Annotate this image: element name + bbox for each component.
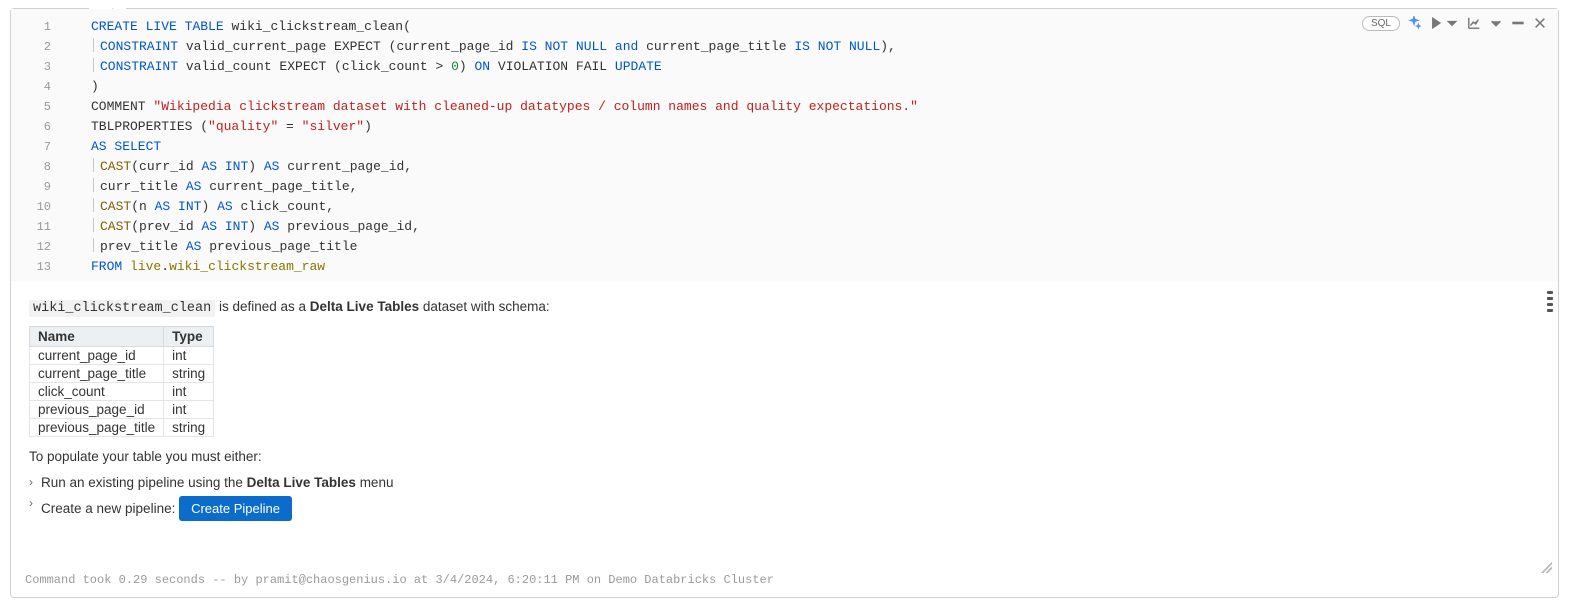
code-content[interactable]: CONSTRAINT valid_count EXPECT (click_cou… [69,57,1558,77]
code-line[interactable]: 13FROM live.wiki_clickstream_raw [11,257,1558,277]
dataset-name: wiki_clickstream_clean [29,300,215,317]
code-content[interactable]: COMMENT "Wikipedia clickstream dataset w… [69,97,1558,117]
execution-footer: Command took 0.29 seconds -- by pramit@c… [11,567,1558,597]
schema-col-type: int [164,401,214,419]
code-line[interactable]: 2CONSTRAINT valid_current_page EXPECT (c… [11,37,1558,57]
code-content[interactable]: CAST(n AS INT) AS click_count, [69,197,1558,217]
code-line[interactable]: 12prev_title AS previous_page_title [11,237,1558,257]
code-line[interactable]: 5COMMENT "Wikipedia clickstream dataset … [11,97,1558,117]
line-number: 13 [11,257,69,277]
schema-col-type: int [164,347,214,365]
schema-header-name: Name [30,327,164,347]
chart-icon[interactable] [1466,15,1482,31]
assistant-icon[interactable] [1406,15,1422,31]
line-number: 1 [11,17,69,37]
cell-toolbar: SQL [1362,15,1548,31]
code-line[interactable]: 3CONSTRAINT valid_count EXPECT (click_co… [11,57,1558,77]
table-row: current_page_idint [30,347,214,365]
line-number: 2 [11,37,69,57]
schema-col-name: previous_page_title [30,419,164,437]
code-content[interactable]: ) [69,77,1558,97]
schema-col-name: current_page_title [30,365,164,383]
line-number: 7 [11,137,69,157]
option-create-new: Create a new pipeline: Create Pipeline [29,493,1540,524]
cell-output: wiki_clickstream_clean is defined as a D… [11,281,1558,567]
code-content[interactable]: CAST(prev_id AS INT) AS previous_page_id… [69,217,1558,237]
line-number: 6 [11,117,69,137]
schema-col-type: string [164,419,214,437]
code-line[interactable]: 4) [11,77,1558,97]
table-row: click_countint [30,383,214,401]
schema-header-type: Type [164,327,214,347]
code-content[interactable]: AS SELECT [69,137,1558,157]
resize-grip-icon[interactable] [1538,559,1552,567]
line-number: 12 [11,237,69,257]
line-number: 9 [11,177,69,197]
code-content[interactable]: CREATE LIVE TABLE wiki_clickstream_clean… [69,17,1558,37]
schema-col-type: int [164,383,214,401]
option-run-existing: Run an existing pipeline using the Delta… [29,472,1540,493]
line-number: 8 [11,157,69,177]
cell-drag-handle[interactable] [1545,291,1555,315]
create-pipeline-button[interactable]: Create Pipeline [179,496,292,521]
code-content[interactable]: CAST(curr_id AS INT) AS current_page_id, [69,157,1558,177]
line-number: 3 [11,57,69,77]
minimize-icon[interactable] [1510,15,1526,31]
code-line[interactable]: 7AS SELECT [11,137,1558,157]
schema-col-name: click_count [30,383,164,401]
table-row: previous_page_titlestring [30,419,214,437]
code-content[interactable]: CONSTRAINT valid_current_page EXPECT (cu… [69,37,1558,57]
code-line[interactable]: 10CAST(n AS INT) AS click_count, [11,197,1558,217]
notebook-cell: Cmd 2 SQL [10,8,1559,598]
code-editor[interactable]: 1CREATE LIVE TABLE wiki_clickstream_clea… [11,9,1558,281]
run-cell-icon[interactable] [1428,15,1444,31]
line-number: 5 [11,97,69,117]
output-definition-line: wiki_clickstream_clean is defined as a D… [29,299,1540,316]
schema-table: Name Type current_page_idintcurrent_page… [29,326,214,437]
schema-col-name: previous_page_id [30,401,164,419]
run-menu-caret-icon[interactable] [1444,15,1460,31]
schema-col-name: current_page_id [30,347,164,365]
code-line[interactable]: 1CREATE LIVE TABLE wiki_clickstream_clea… [11,17,1558,37]
collapse-down-icon[interactable] [1488,15,1504,31]
options-list: Run an existing pipeline using the Delta… [29,472,1540,524]
delete-cell-icon[interactable] [1532,15,1548,31]
language-selector[interactable]: SQL [1362,16,1400,31]
schema-col-type: string [164,365,214,383]
table-row: current_page_titlestring [30,365,214,383]
table-row: previous_page_idint [30,401,214,419]
line-number: 11 [11,217,69,237]
populate-instruction: To populate your table you must either: [29,449,1540,464]
code-line[interactable]: 11CAST(prev_id AS INT) AS previous_page_… [11,217,1558,237]
code-line[interactable]: 6TBLPROPERTIES ("quality" = "silver") [11,117,1558,137]
code-content[interactable]: curr_title AS current_page_title, [69,177,1558,197]
code-content[interactable]: prev_title AS previous_page_title [69,237,1558,257]
code-line[interactable]: 9curr_title AS current_page_title, [11,177,1558,197]
line-number: 10 [11,197,69,217]
code-content[interactable]: FROM live.wiki_clickstream_raw [69,257,1558,277]
line-number: 4 [11,77,69,97]
code-content[interactable]: TBLPROPERTIES ("quality" = "silver") [69,117,1558,137]
code-line[interactable]: 8CAST(curr_id AS INT) AS current_page_id… [11,157,1558,177]
